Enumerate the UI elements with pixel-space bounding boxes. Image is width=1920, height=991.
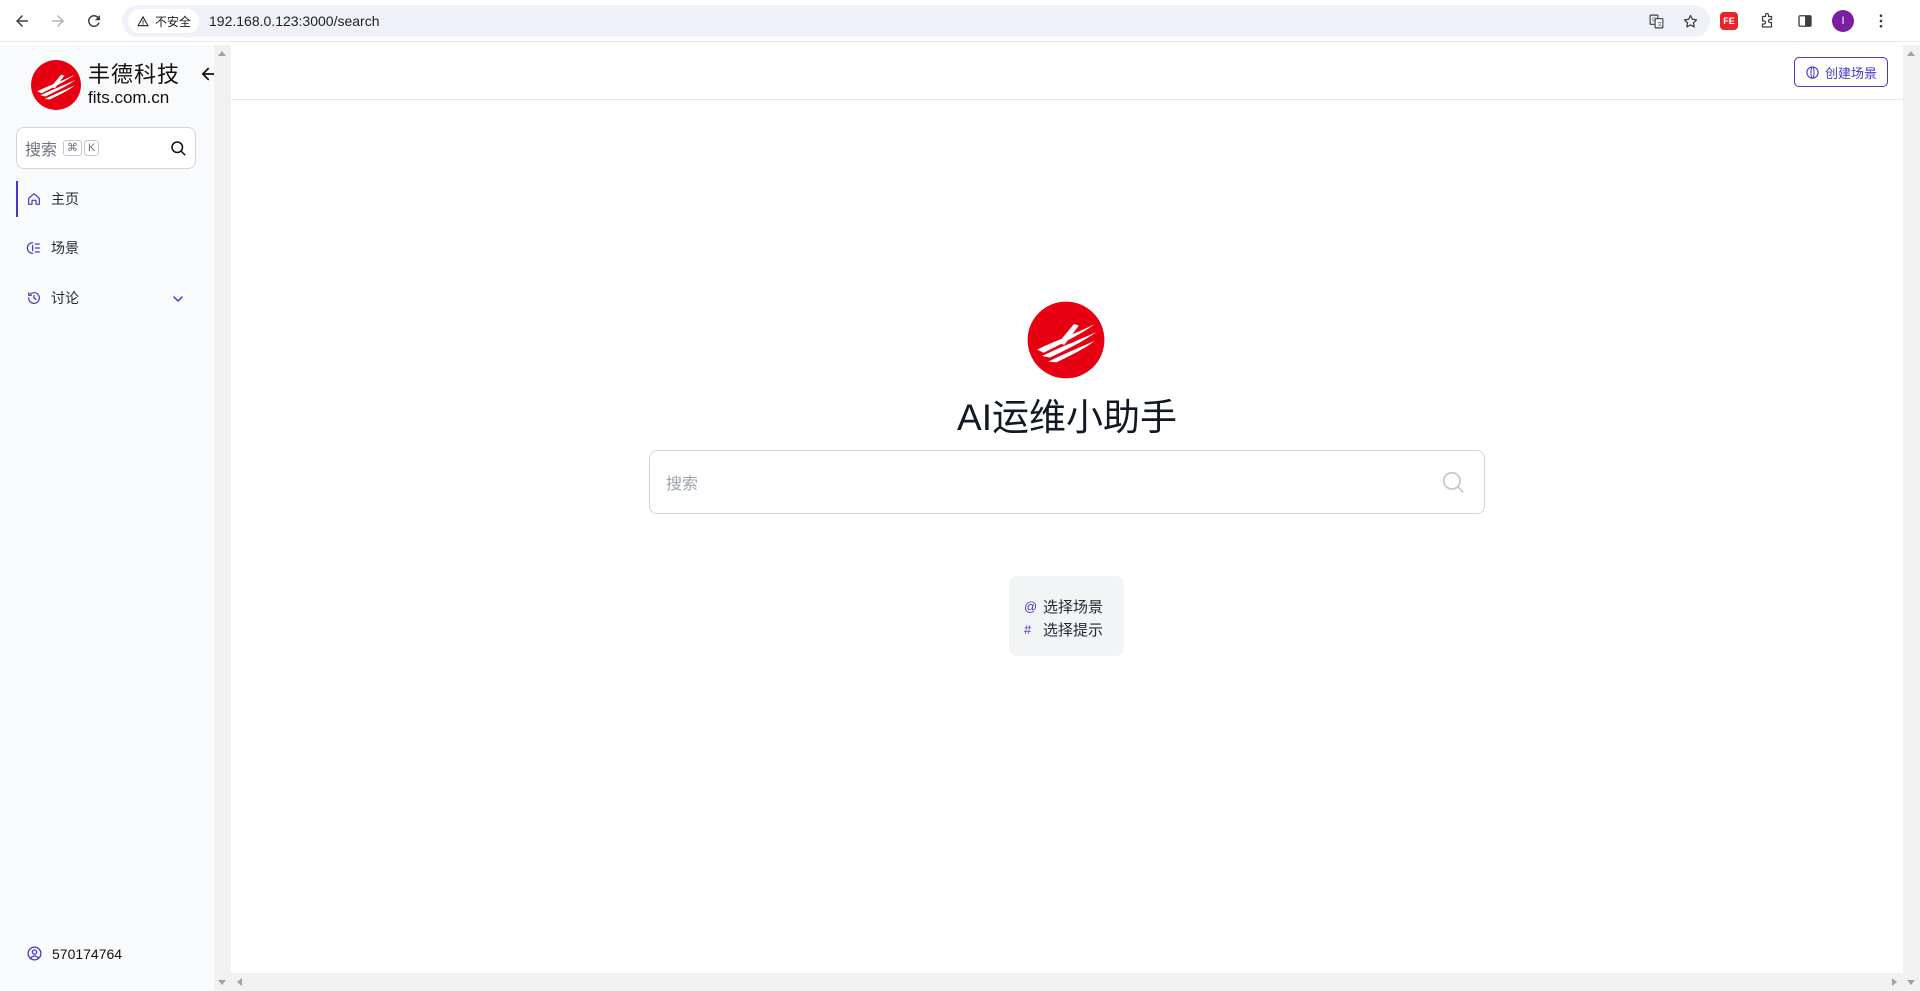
command-key: ⌘ — [63, 140, 83, 156]
kebab-menu-icon — [1879, 14, 1883, 28]
sidebar-item-discussion[interactable]: 讨论 — [16, 280, 196, 316]
side-panel-button[interactable] — [1790, 5, 1820, 37]
svg-text:G: G — [1652, 17, 1656, 23]
page-vertical-scrollbar[interactable] — [1903, 45, 1920, 991]
page-title: AI运维小助手 — [957, 397, 1177, 438]
main-header: 创建场景 — [231, 45, 1903, 100]
user-account[interactable]: 570174764 — [26, 945, 122, 962]
k-key: K — [84, 140, 100, 156]
scroll-up-arrow-icon[interactable] — [218, 51, 226, 56]
center-brand-logo-icon — [1027, 301, 1105, 379]
menu-button[interactable] — [1866, 5, 1896, 37]
brand-logo-icon — [31, 60, 81, 110]
browser-toolbar: 不安全 192.168.0.123:3000/search G文 FE I — [0, 0, 1920, 42]
hint-select-prompt[interactable]: # 选择提示 — [1024, 618, 1124, 641]
main-search-input[interactable]: 搜索 — [649, 450, 1485, 514]
warning-icon — [137, 15, 149, 27]
sidebar-item-scene[interactable]: 场景 — [16, 230, 196, 266]
svg-text:文: 文 — [1657, 20, 1662, 27]
brand-logo-link[interactable]: 丰德科技 fits.com.cn — [30, 59, 180, 111]
arrow-right-icon — [52, 14, 64, 27]
translate-button[interactable]: G文 — [1644, 9, 1668, 33]
security-indicator[interactable]: 不安全 — [128, 9, 200, 33]
reload-icon — [87, 14, 100, 27]
create-scene-button[interactable]: 创建场景 — [1793, 57, 1888, 87]
hint-label: 选择场景 — [1043, 599, 1104, 616]
profile-button[interactable]: I — [1828, 5, 1858, 37]
search-icon[interactable] — [169, 139, 187, 157]
scene-circle-icon — [1806, 65, 1819, 79]
sidebar-scrollbar[interactable] — [214, 45, 231, 991]
command-hints: @ 选择场景 # 选择提示 — [1009, 576, 1124, 656]
page-horizontal-scrollbar[interactable] — [231, 973, 1903, 991]
url-text: 192.168.0.123:3000/search — [209, 13, 380, 29]
main-search-placeholder: 搜索 — [666, 476, 699, 493]
scroll-up-arrow-icon[interactable] — [1907, 51, 1915, 56]
create-scene-label: 创建场景 — [1824, 65, 1877, 81]
sidebar-item-label: 讨论 — [51, 290, 79, 306]
forward-button[interactable] — [40, 3, 76, 39]
sidebar-item-label: 主页 — [51, 191, 79, 207]
avatar: I — [1832, 10, 1854, 32]
history-icon — [28, 292, 40, 304]
extension-fe-button[interactable]: FE — [1714, 5, 1744, 37]
main-content: 创建场景 AI运维小助手 搜索 @ 选择场景 # 选择提示 — [231, 45, 1903, 973]
keyboard-shortcut: ⌘ K — [63, 140, 100, 156]
reload-button[interactable] — [76, 3, 112, 39]
fe-extension-icon: FE — [1720, 12, 1738, 30]
hash-symbol-icon: # — [1024, 622, 1032, 637]
extensions-button[interactable] — [1752, 5, 1782, 37]
brand-name-en: fits.com.cn — [88, 88, 170, 107]
scroll-down-arrow-icon[interactable] — [1907, 980, 1915, 985]
brand-name-cn: 丰德科技 — [88, 62, 181, 87]
sidebar-item-label: 场景 — [51, 240, 79, 256]
sidebar-search-input[interactable]: 搜索 ⌘ K — [16, 127, 196, 169]
scroll-right-arrow-icon[interactable] — [1892, 978, 1897, 986]
scroll-down-arrow-icon[interactable] — [218, 980, 226, 985]
sidebar-item-home[interactable]: 主页 — [16, 181, 196, 217]
scroll-left-arrow-icon[interactable] — [237, 978, 242, 986]
user-circle-icon — [27, 946, 42, 961]
security-label: 不安全 — [155, 14, 192, 29]
side-panel-icon — [1798, 15, 1812, 27]
back-button[interactable] — [4, 3, 40, 39]
translate-icon: G文 — [1649, 14, 1663, 28]
scene-icon — [26, 242, 40, 254]
address-bar[interactable]: 不安全 192.168.0.123:3000/search G文 — [122, 5, 1710, 37]
bookmark-button[interactable] — [1678, 9, 1702, 33]
hint-select-scene[interactable]: @ 选择场景 — [1024, 595, 1124, 618]
arrow-left-icon — [16, 14, 28, 27]
sidebar-search-placeholder: 搜索 — [25, 142, 58, 159]
search-icon[interactable] — [1440, 469, 1466, 495]
sidebar: 丰德科技 fits.com.cn 搜索 ⌘ K 主页 场景 讨论 5701747… — [0, 45, 220, 991]
home-icon — [28, 193, 40, 205]
at-symbol-icon: @ — [1024, 599, 1038, 614]
chevron-down-icon[interactable] — [170, 291, 186, 307]
hint-label: 选择提示 — [1043, 622, 1104, 639]
puzzle-icon — [1761, 12, 1773, 28]
user-id: 570174764 — [52, 945, 123, 962]
star-icon — [1683, 14, 1697, 28]
